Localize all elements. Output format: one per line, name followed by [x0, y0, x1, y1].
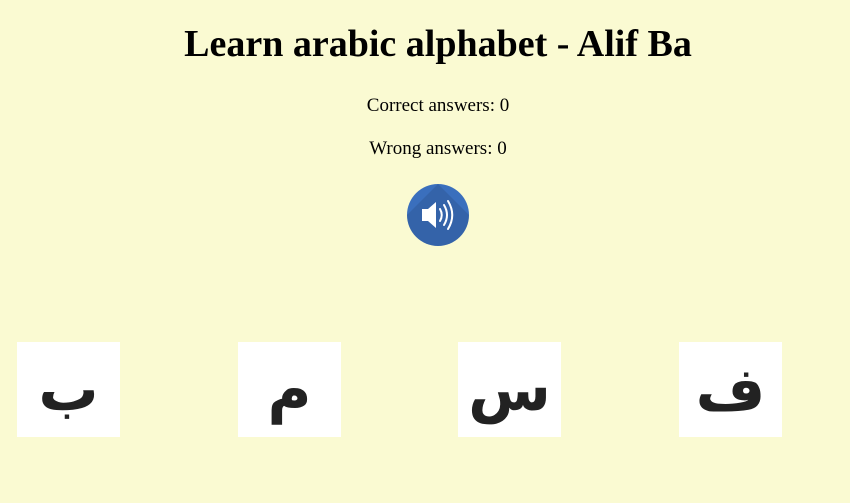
letter-card-1[interactable]: ب — [17, 342, 120, 437]
correct-answers-counter: Correct answers: 0 — [366, 95, 510, 116]
play-sound-button[interactable] — [407, 184, 469, 246]
letter-card-4[interactable]: ف — [679, 342, 782, 437]
letter-glyph: ف — [695, 354, 766, 425]
wrong-answers-counter: Wrong answers: 0 — [369, 138, 507, 159]
letter-glyph: ب — [38, 354, 99, 425]
page-title: Learn arabic alphabet - Alif Ba — [184, 23, 692, 65]
letter-card-2[interactable]: م — [238, 342, 341, 437]
speaker-icon — [422, 200, 454, 230]
letter-glyph: س — [468, 354, 551, 425]
letter-glyph: م — [267, 354, 312, 425]
letter-card-3[interactable]: س — [458, 342, 561, 437]
